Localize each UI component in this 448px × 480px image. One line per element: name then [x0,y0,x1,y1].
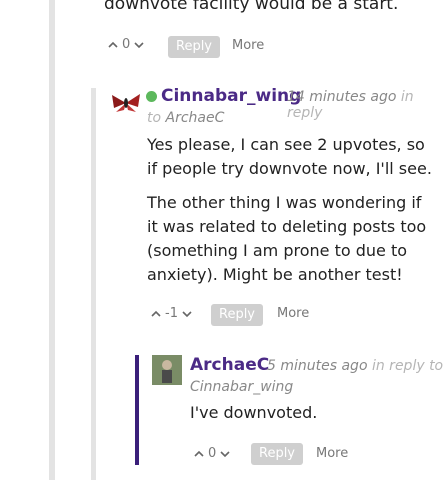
comment-paragraph-1: Yes please, I can see 2 upvotes, so if p… [147,135,432,178]
upvote-icon[interactable] [194,449,204,459]
user-photo-icon [152,355,182,385]
thread-rail-inner [91,88,96,480]
comment-reply-button[interactable]: Reply [211,304,264,326]
nested-vote-controls: 0 [194,446,230,461]
reply-to-user[interactable]: ArchaeC [166,110,225,126]
vote-count: 0 [208,446,217,461]
avatar[interactable] [110,90,142,116]
vote-count: 0 [122,37,131,52]
nested-reply-button[interactable]: Reply [251,443,304,465]
upvote-icon[interactable] [151,309,161,319]
thread-rail-outer [49,0,55,480]
nested-more-button[interactable]: More [316,446,348,461]
comment-meta: 5 minutes ago in reply to [267,358,443,374]
comment-paragraph-2: The other thing I was wondering if it wa… [147,193,427,284]
vote-count: -1 [165,306,178,321]
upvote-icon[interactable] [108,40,118,50]
comment-meta: 14 minutes ago in reply [287,89,448,121]
comment-author[interactable]: Cinnabar_wing [161,86,301,106]
top-comment-vote-controls: 0 [108,37,144,52]
downvote-icon[interactable] [134,40,144,50]
comment-vote-controls: -1 [151,306,192,321]
downvote-icon[interactable] [220,449,230,459]
downvote-icon[interactable] [182,309,192,319]
nested-comment-border [135,355,139,465]
comment-timestamp[interactable]: 14 minutes ago [287,89,396,105]
comment-text: I've downvoted. [190,403,318,422]
moth-avatar-icon [112,94,140,112]
top-comment-text: downvote facility would be a start. [104,0,399,14]
top-comment-reply-button[interactable]: Reply [168,36,221,58]
comment-author[interactable]: ArchaeC [190,355,269,375]
comment-timestamp[interactable]: 5 minutes ago [267,358,368,374]
top-comment-more-button[interactable]: More [232,38,264,53]
in-reply-label: in reply to [371,358,444,374]
comment-more-button[interactable]: More [277,306,309,321]
avatar[interactable] [152,355,182,385]
reply-to-user[interactable]: Cinnabar_wing [190,379,293,395]
online-status-dot [146,91,157,102]
reply-to-line: to ArchaeC [147,110,224,126]
to-label: to [147,110,162,126]
